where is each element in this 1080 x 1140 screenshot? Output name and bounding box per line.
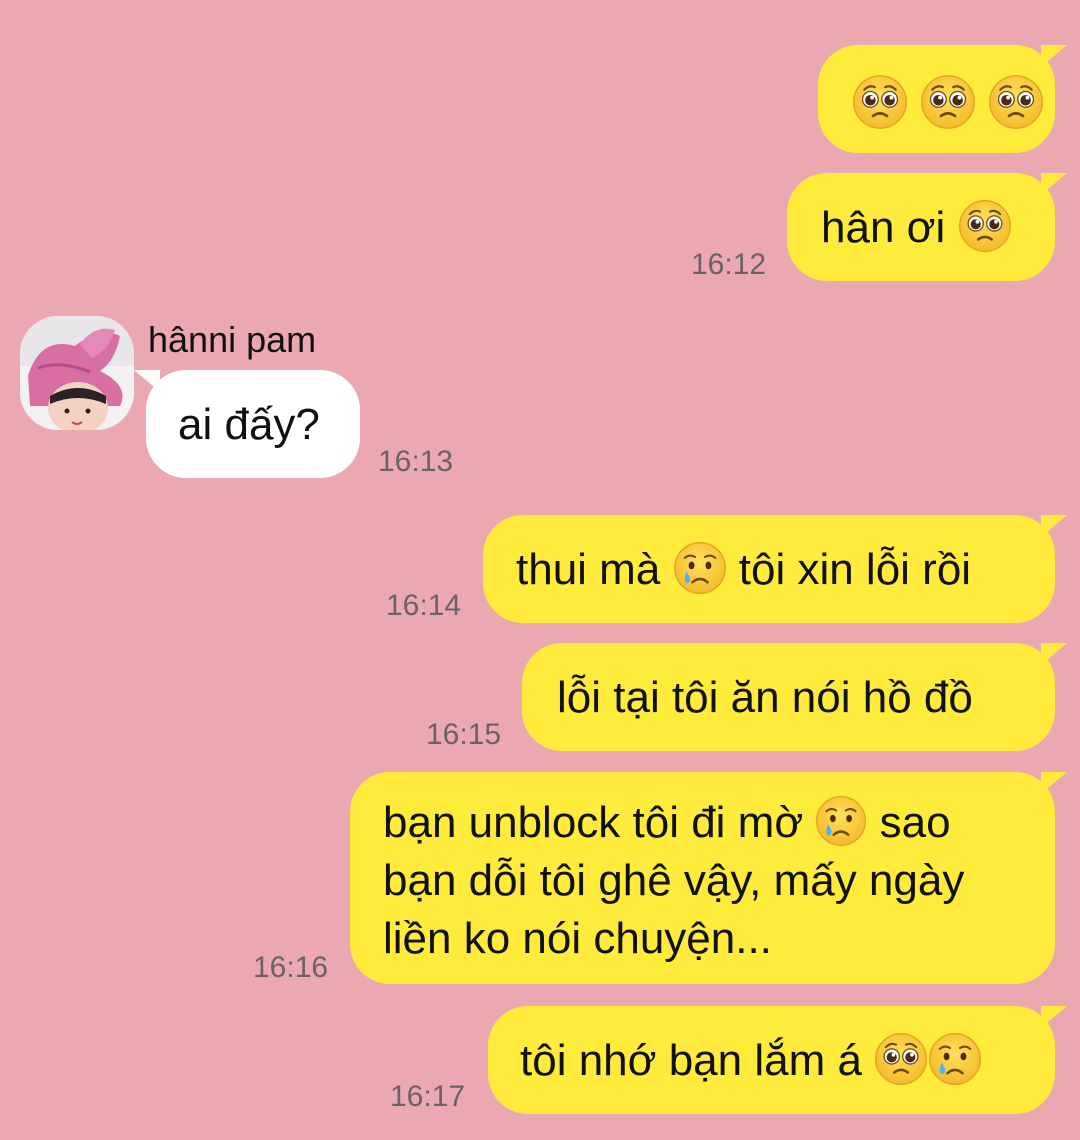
message-timestamp: 16:17 [390, 1080, 466, 1113]
message-text: thui mà [516, 545, 661, 594]
crying-face-icon [928, 1032, 982, 1086]
message-timestamp: 16:13 [378, 445, 454, 478]
message-bubble-incoming[interactable]: ai đấy? [134, 370, 360, 478]
message-text: tôi nhớ bạn lắm á [520, 1036, 862, 1085]
crying-face-icon [815, 795, 867, 847]
message-bubble-outgoing[interactable]: bạn unblock tôi đi mờ sao bạn dỗi tôi gh… [350, 772, 1067, 984]
message-bubble-outgoing[interactable] [818, 45, 1067, 153]
bubble-tail [134, 370, 160, 392]
message-line: liền ko nói chuyện... [383, 914, 772, 963]
message-text: bạn unblock tôi đi mờ [383, 798, 804, 847]
pleading-face-icon [988, 74, 1044, 130]
message-text: lỗi tại tôi ăn nói hồ đồ [557, 673, 973, 722]
bubble-tail [1041, 45, 1067, 67]
message-line: bạn unblock tôi đi mờ sao [383, 794, 1055, 852]
contact-photo [20, 316, 134, 430]
bubble-tail [1041, 643, 1067, 665]
message-text: hân ơi [821, 203, 946, 252]
message-bubble-outgoing[interactable]: lỗi tại tôi ăn nói hồ đồ [522, 643, 1067, 751]
message-line: bạn dỗi tôi ghê vậy, mấy ngày [383, 856, 965, 905]
crying-face-icon [673, 541, 727, 595]
message-bubble-outgoing[interactable]: tôi nhớ bạn lắm á [488, 1006, 1067, 1114]
message-bubble-outgoing[interactable]: hân ơi [787, 173, 1067, 281]
sender-name: hânni pam [148, 319, 317, 360]
bubble-tail [1041, 515, 1067, 537]
message-timestamp: 16:12 [691, 248, 767, 281]
message-bubble-outgoing[interactable]: thui mà tôi xin lỗi rồi [483, 515, 1067, 623]
message-text: ai đấy? [178, 400, 320, 449]
bubble-tail [1041, 772, 1067, 794]
bubble-tail [1041, 173, 1067, 195]
message-timestamp: 16:16 [253, 951, 329, 984]
message-text: sao [879, 798, 951, 847]
message-timestamp: 16:15 [426, 718, 502, 751]
pleading-face-icon [852, 74, 908, 130]
pleading-face-icon [958, 199, 1012, 253]
bubble-tail [1041, 1006, 1067, 1028]
message-timestamp: 16:14 [386, 589, 462, 622]
pleading-face-icon [874, 1032, 928, 1086]
message-text: tôi xin lỗi rồi [738, 545, 972, 594]
avatar[interactable] [20, 316, 134, 430]
pleading-face-icon [920, 74, 976, 130]
